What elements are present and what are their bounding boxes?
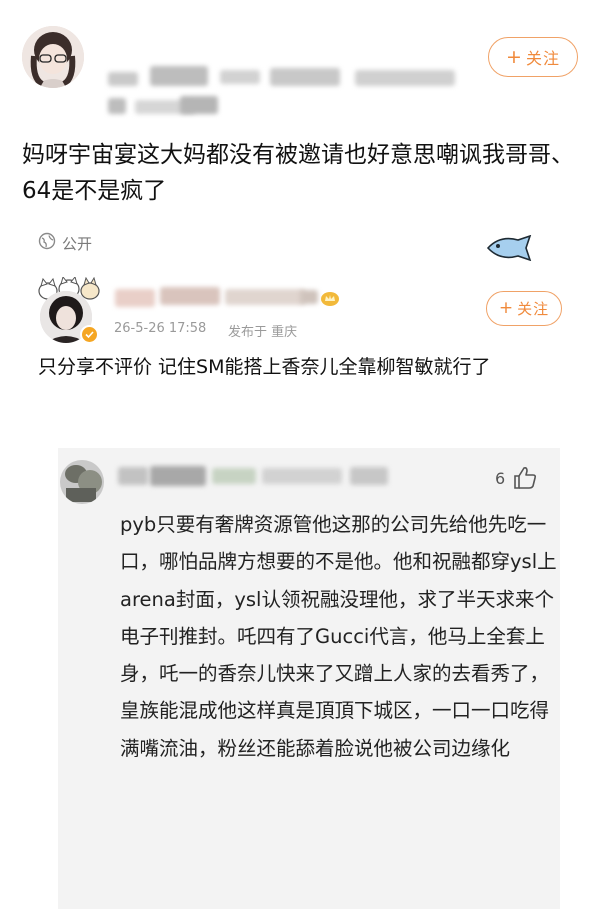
plus-icon: + [506, 45, 523, 68]
globe-icon [38, 232, 56, 254]
post-text: 妈呀宇宙宴这大妈都没有被邀请也好意思嘲讽我哥哥、64是不是疯了 [22, 142, 574, 204]
reply-follow-button[interactable]: + 关注 [486, 291, 562, 326]
sub-comment-avatar[interactable] [60, 460, 104, 504]
sub-comment-like-count: 6 [495, 469, 506, 488]
reply-location: 发布于 重庆 [228, 325, 298, 340]
sub-comment-text: pyb只要有奢牌资源管他这那的公司先给他先吃一口，哪怕品牌方想要的不是他。他和祝… [120, 513, 557, 760]
reply-timestamp: 26-5-26 17:58 [114, 321, 207, 336]
visibility-row: 公开 [38, 232, 93, 254]
visibility-label: 公开 [62, 234, 93, 253]
crown-badge-icon [320, 291, 340, 307]
reply-avatar-group[interactable] [38, 277, 102, 344]
fish-sticker-icon[interactable] [486, 234, 532, 262]
plus-icon: + [498, 298, 515, 318]
follow-label: 关注 [525, 49, 560, 68]
thumbs-up-icon[interactable] [512, 465, 538, 491]
reply-text: 只分享不评价 记住SM能搭上香奈儿全靠柳智敏就行了 [38, 356, 491, 378]
follow-label: 关注 [517, 300, 550, 318]
post-follow-button[interactable]: + 关注 [488, 37, 578, 77]
verified-badge-icon [80, 325, 99, 344]
post-author-avatar[interactable] [22, 26, 84, 88]
